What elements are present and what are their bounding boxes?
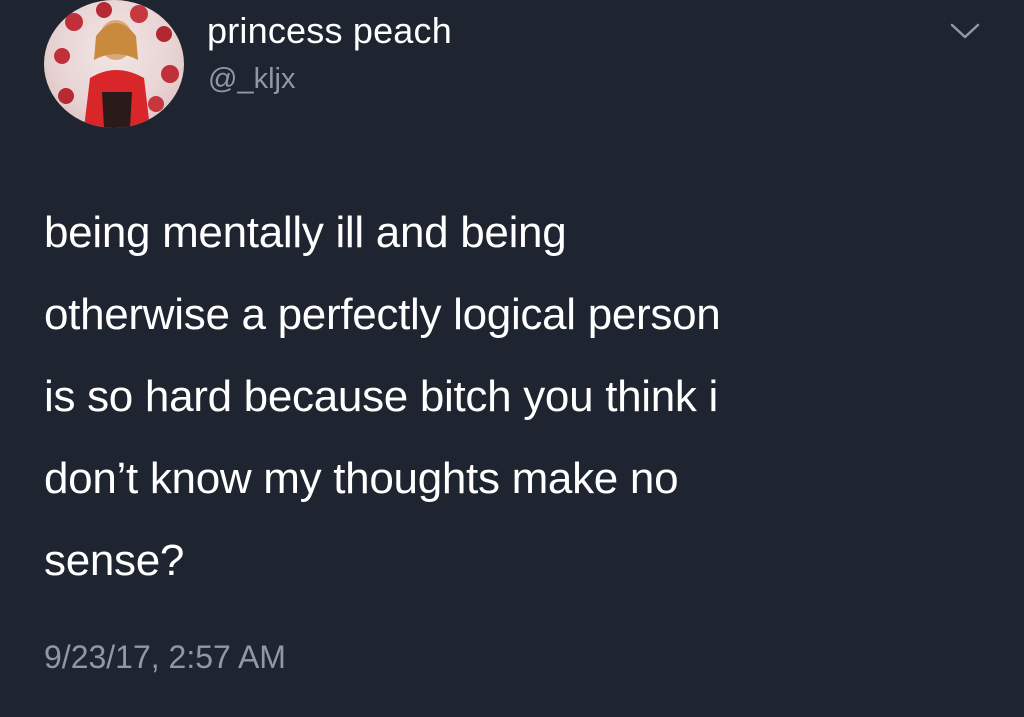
profile-photo-icon [54,2,179,128]
tweet-text-line: don’t know my thoughts make no [44,454,679,503]
tweet-text-line: sense? [44,536,185,585]
tweet-timestamp[interactable]: 9/23/17, 2:57 AM [44,639,286,676]
tweet-card: princess peach @_kljx being mentally ill… [0,0,1024,717]
user-handle[interactable]: @_kljx [208,63,295,96]
tweet-text: being mentally ill and being otherwise a… [44,192,984,602]
tweet-text-line: is so hard because bitch you think i [44,372,719,421]
tweet-text-line: otherwise a perfectly logical person [44,290,721,339]
avatar[interactable] [44,0,184,128]
chevron-down-icon[interactable] [948,20,982,42]
display-name[interactable]: princess peach [207,10,452,52]
tweet-text-line: being mentally ill and being [44,208,567,257]
